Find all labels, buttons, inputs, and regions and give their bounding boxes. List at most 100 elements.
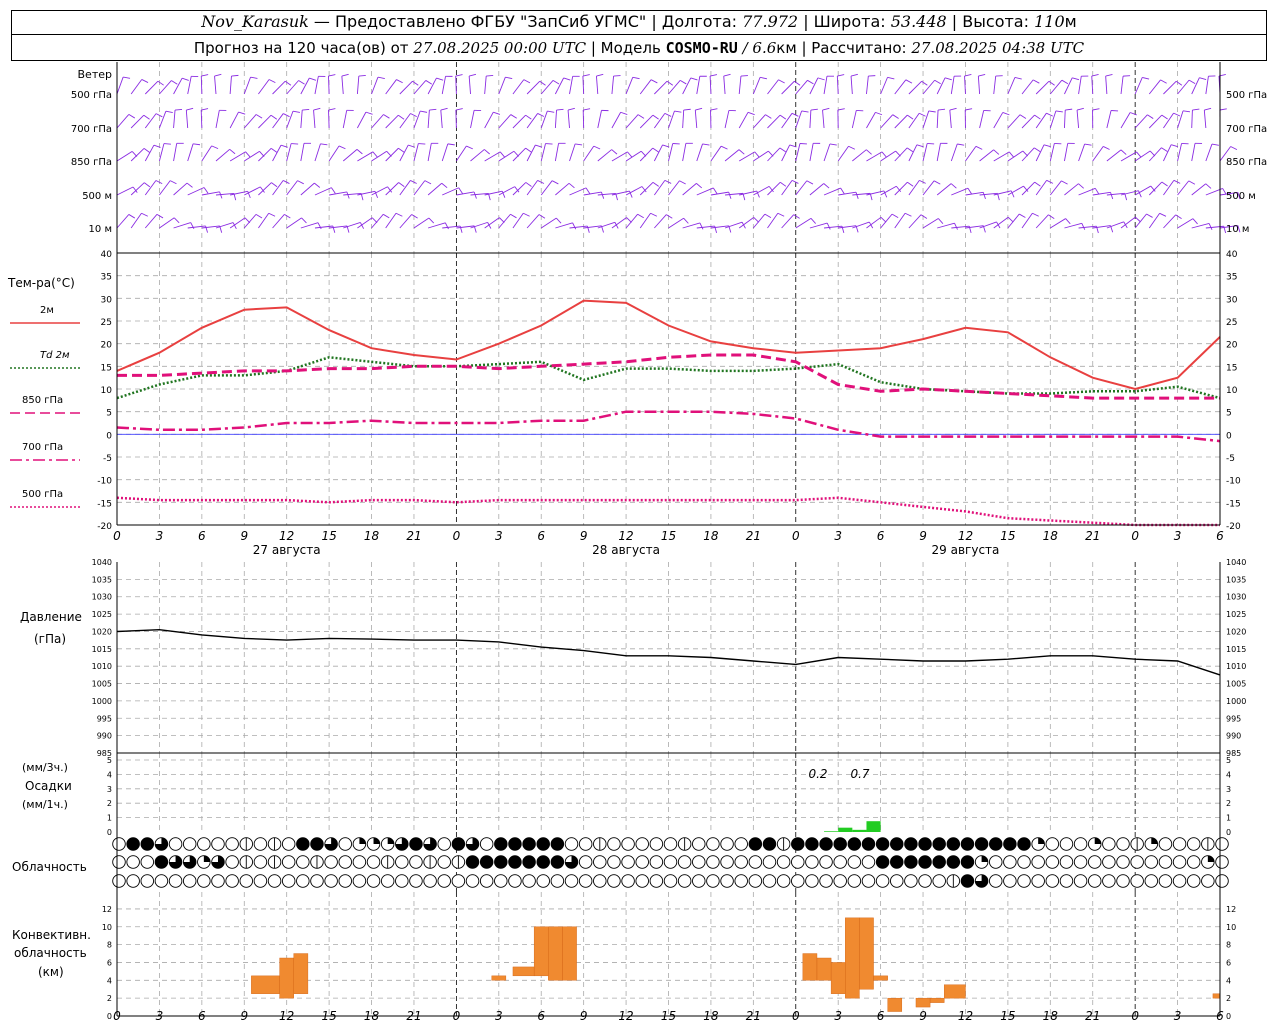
wind-barb	[1035, 180, 1047, 196]
cloud-symbol	[366, 874, 381, 888]
wind-barb-feather	[1019, 213, 1026, 218]
wind-barb	[809, 183, 825, 196]
wind-barb	[866, 76, 869, 95]
conv-bar	[1212, 993, 1221, 999]
temp-tick-left: -10	[97, 477, 112, 487]
hour-label: 15	[661, 529, 676, 543]
wind-barb-feather	[1192, 108, 1200, 111]
wind-barb	[710, 145, 722, 162]
wind-level-label-right: 10 м	[1226, 224, 1249, 235]
wind-barb-feather	[510, 114, 517, 119]
wind-barb-feather	[297, 180, 304, 185]
wind-barb	[908, 144, 918, 162]
temp-tick-left: 30	[101, 295, 113, 305]
wind-barb	[173, 77, 183, 95]
cloud-symbol	[1031, 855, 1045, 869]
wind-barb-feather	[637, 213, 644, 219]
precip-tick-left: 4	[107, 770, 112, 779]
wind-barb	[767, 79, 779, 95]
cloud-symbol	[197, 837, 211, 851]
wind-barb-feather	[1160, 79, 1167, 84]
cloud-symbol	[692, 874, 706, 888]
cloud-symbol	[1003, 874, 1017, 888]
wind-barb-feather	[765, 114, 772, 119]
legend-label: 500 гПа	[22, 489, 63, 500]
conv-bar	[845, 917, 860, 999]
wind-barb-feather	[1171, 144, 1179, 148]
wind-barb-feather	[696, 183, 703, 189]
cloud-symbol	[154, 855, 169, 869]
wind-barb	[540, 110, 548, 129]
wind-barb-feather	[905, 79, 913, 84]
wind-barb-feather	[806, 180, 814, 185]
cloud-symbol	[1215, 855, 1229, 869]
wind-level-label-left: 700 гПа	[71, 124, 112, 135]
pressure-tick-left: 1025	[92, 610, 112, 619]
wind-barb-feather	[891, 213, 899, 218]
wind-barb-feather	[537, 113, 545, 117]
wind-barb	[173, 143, 178, 162]
wind-barb-feather	[1211, 143, 1219, 146]
cloud-symbol	[720, 837, 734, 851]
hour-label-bottom: 3	[156, 1009, 164, 1023]
cloud-symbol	[451, 874, 466, 888]
cloud-symbol-fill	[1151, 837, 1158, 844]
wind-barb-feather	[666, 80, 674, 86]
hour-label-bottom: 9	[919, 1009, 927, 1023]
cloud-symbol	[692, 837, 706, 851]
precip-tick-left: 2	[107, 799, 112, 808]
cloud-symbol	[1158, 855, 1173, 869]
conv-tick-left: 0	[107, 1012, 112, 1021]
wind-barb-feather	[793, 214, 800, 219]
cloud-symbol	[706, 855, 720, 869]
wind-barb-feather	[728, 191, 732, 199]
cloud-symbol	[791, 837, 805, 851]
wind-barb-feather	[538, 214, 546, 219]
wind-barb-feather	[753, 217, 760, 223]
wind-barb	[1148, 213, 1161, 229]
wind-barb	[243, 114, 257, 129]
temp-tick-left: 25	[101, 318, 112, 328]
wind-barb-feather	[1061, 180, 1068, 185]
wind-barb	[1106, 221, 1124, 229]
precip-tick-right: 1	[1226, 814, 1231, 823]
wind-barb	[852, 149, 867, 162]
hour-label-bottom: 12	[618, 1009, 633, 1023]
wind-barb	[1191, 77, 1200, 95]
cloud-symbol	[296, 874, 310, 888]
cloud-symbol	[861, 874, 876, 888]
wind-barb	[1106, 149, 1122, 162]
hour-label: 18	[1043, 529, 1059, 543]
wind-barb	[1091, 76, 1094, 95]
wind-barb	[597, 221, 615, 229]
wind-title: Ветер	[78, 68, 112, 81]
temp-tick-left: 35	[101, 273, 112, 283]
wind-level-label-left: 850 гПа	[71, 157, 112, 168]
wind-barb	[385, 212, 397, 229]
wind-barb	[965, 146, 977, 162]
cloud-symbol	[1059, 855, 1074, 869]
wind-barb-feather	[921, 80, 928, 86]
wind-barb	[526, 113, 539, 129]
cloud-symbol	[154, 874, 169, 888]
wind-barb	[258, 182, 272, 196]
wind-barb-feather	[674, 110, 682, 113]
wind-barb	[977, 76, 981, 95]
wind-barb	[809, 77, 819, 95]
wind-barb	[611, 112, 622, 129]
wind-barb-feather	[1175, 80, 1183, 86]
hour-label: 15	[1000, 529, 1015, 543]
cloud-symbol	[946, 855, 961, 869]
wind-barb-feather	[292, 110, 300, 113]
wind-barb	[272, 144, 282, 162]
wind-barb-feather	[231, 74, 239, 77]
cloud-symbol	[1017, 837, 1031, 851]
cloud-symbol	[635, 874, 649, 888]
wind-barb	[908, 180, 920, 196]
wind-barb	[936, 183, 952, 196]
wind-barb-feather	[632, 76, 640, 80]
cloud-symbol	[1130, 855, 1144, 869]
meteogram-chart: Ветер 500 гПа 500 гПа 700 гПа 700 гПа 850 гПа…	[7, 62, 1267, 1023]
wind-barb	[682, 183, 697, 196]
wind-barb-feather	[702, 143, 710, 146]
